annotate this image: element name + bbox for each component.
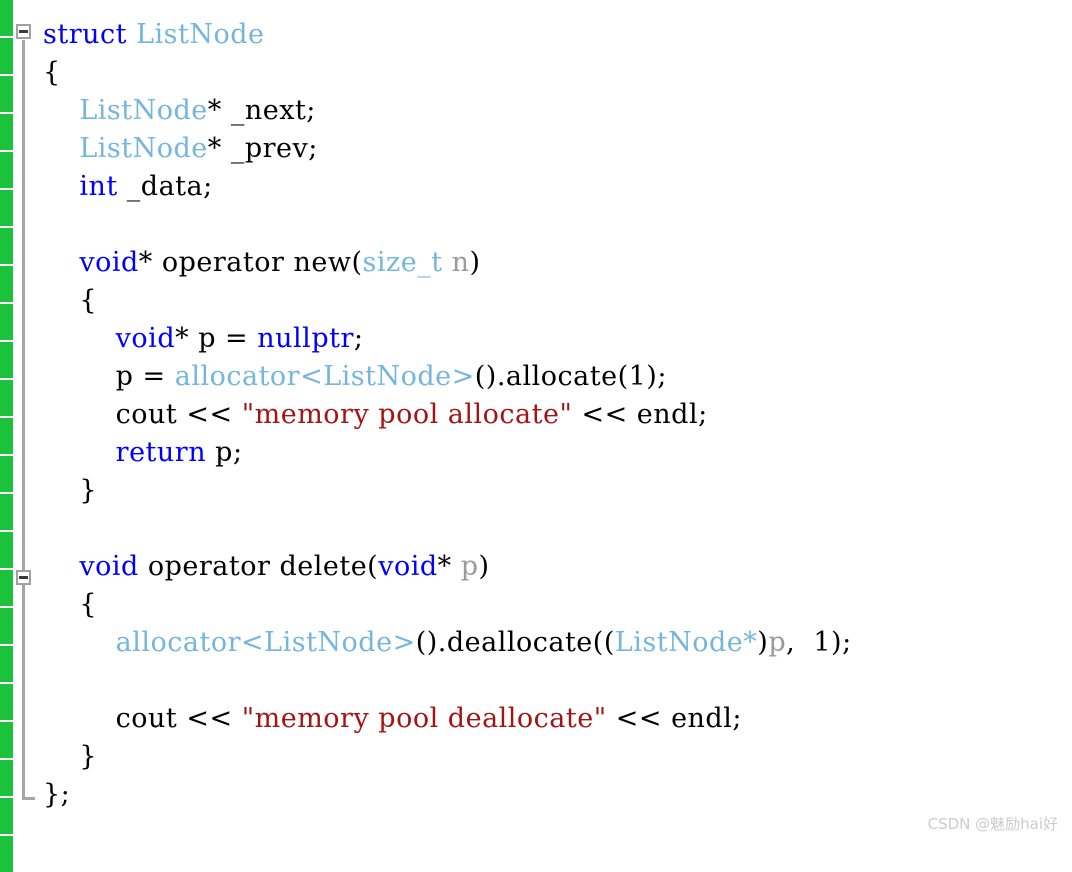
- code-token-type: >: [392, 627, 416, 658]
- code-token-type: <: [241, 627, 265, 658]
- code-token-type: size_t: [362, 247, 443, 278]
- code-line[interactable]: {: [43, 282, 97, 320]
- code-token-pl: , 1);: [786, 627, 852, 658]
- code-token-dim: p: [460, 551, 479, 582]
- code-line[interactable]: cout << "memory pool allocate" << endl;: [43, 396, 708, 434]
- code-line[interactable]: return p;: [43, 434, 243, 472]
- code-token-pl: *: [437, 551, 461, 582]
- code-line[interactable]: allocator<ListNode>().deallocate((ListNo…: [43, 624, 852, 662]
- code-token-pl: << endl;: [572, 399, 708, 430]
- code-token-str: "memory pool deallocate": [241, 703, 607, 734]
- code-line[interactable]: void* operator new(size_t n): [43, 244, 481, 282]
- code-token-type: >: [451, 361, 475, 392]
- code-token-type: ListNode: [79, 133, 208, 164]
- code-line[interactable]: };: [43, 776, 70, 814]
- code-token-kw: void: [378, 551, 438, 582]
- code-line[interactable]: ListNode* _next;: [43, 92, 316, 130]
- code-token-type: ListNode: [79, 95, 208, 126]
- code-token-type: allocator: [174, 361, 301, 392]
- code-line[interactable]: {: [43, 54, 61, 92]
- code-token-pl: * _prev;: [207, 133, 318, 164]
- code-token-pl: }: [43, 741, 98, 772]
- code-token-pl: ().deallocate((: [415, 627, 615, 658]
- code-token-pl: ): [469, 247, 481, 278]
- code-text-area[interactable]: struct ListNode{ ListNode* _next; ListNo…: [0, 0, 1072, 843]
- code-token-pl: {: [43, 589, 98, 620]
- code-token-pl: }: [43, 475, 98, 506]
- code-line[interactable]: [43, 662, 52, 700]
- code-token-pl: operator delete(: [138, 551, 379, 582]
- code-line[interactable]: int _data;: [43, 168, 213, 206]
- code-token-pl: };: [43, 779, 71, 810]
- code-token-pl: {: [43, 285, 98, 316]
- code-token-pl: * p =: [175, 323, 258, 354]
- code-token-type: ListNode: [264, 627, 393, 658]
- code-token-pl: cout <<: [43, 703, 242, 734]
- code-token-dim: n: [451, 247, 470, 278]
- code-line[interactable]: void operator delete(void* p): [43, 548, 490, 586]
- code-token-kw: int: [79, 171, 118, 202]
- code-token-kw: void: [115, 323, 176, 354]
- code-token-pl: << endl;: [606, 703, 742, 734]
- code-token-pl: p;: [206, 437, 243, 468]
- code-token-kw: struct: [43, 19, 137, 50]
- code-line[interactable]: cout << "memory pool deallocate" << endl…: [43, 700, 742, 738]
- code-token-pl: p =: [43, 361, 175, 392]
- code-token-pl: ): [757, 627, 769, 658]
- code-line[interactable]: }: [43, 738, 97, 776]
- code-token-type: *: [743, 627, 758, 658]
- code-line[interactable]: [43, 510, 52, 548]
- code-token-type: <: [300, 361, 324, 392]
- code-token-kw: void: [79, 247, 139, 278]
- code-token-str: "memory pool allocate": [241, 399, 573, 430]
- code-editor[interactable]: struct ListNode{ ListNode* _next; ListNo…: [0, 0, 1072, 872]
- code-line[interactable]: p = allocator<ListNode>().allocate(1);: [43, 358, 667, 396]
- code-line[interactable]: struct ListNode: [43, 16, 264, 54]
- code-token-pl: cout <<: [43, 399, 242, 430]
- code-line[interactable]: void* p = nullptr;: [43, 320, 363, 358]
- csdn-watermark: CSDN @魅励hai好: [927, 815, 1058, 833]
- code-token-type: ListNode: [614, 627, 744, 658]
- code-token-type: ListNode: [136, 19, 265, 50]
- code-token-dim: p: [768, 627, 787, 658]
- code-line[interactable]: }: [43, 472, 97, 510]
- code-line[interactable]: ListNode* _prev;: [43, 130, 318, 168]
- code-line[interactable]: [43, 206, 52, 244]
- code-token-kw: return: [115, 437, 207, 468]
- code-token-type: ListNode: [323, 361, 452, 392]
- code-token-pl: _data;: [117, 171, 213, 202]
- code-token-kw: nullptr: [257, 323, 354, 354]
- code-token-pl: ;: [353, 323, 364, 354]
- code-token-type: allocator: [115, 627, 242, 658]
- code-token-pl: {: [43, 57, 61, 88]
- code-token-kw: void: [79, 551, 139, 582]
- code-line[interactable]: {: [43, 586, 97, 624]
- code-token-pl: * operator new(: [138, 247, 363, 278]
- code-token-pl: ): [478, 551, 490, 582]
- code-token-pl: * _next;: [207, 95, 316, 126]
- code-token-pl: ().allocate(1);: [474, 361, 667, 392]
